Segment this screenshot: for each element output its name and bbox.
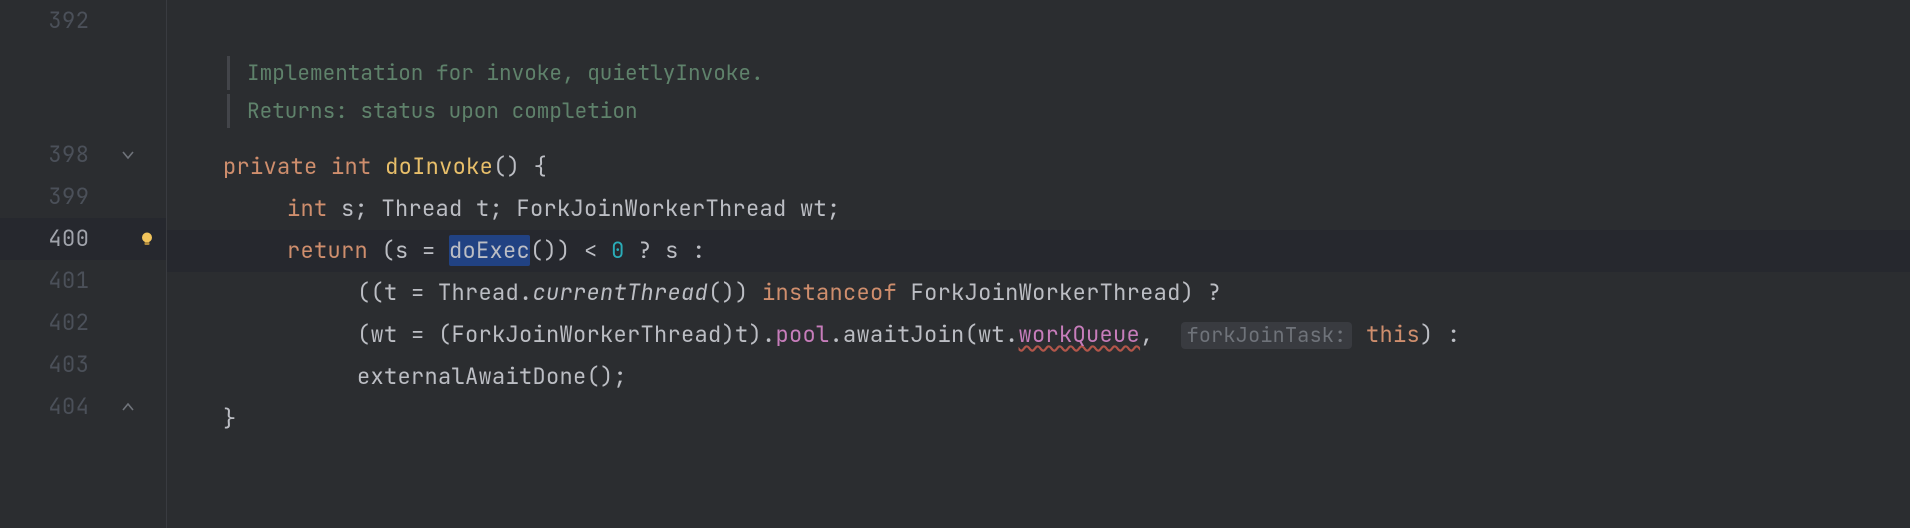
line-number[interactable]: 402 — [0, 312, 89, 334]
code-area[interactable]: Implementation for invoke, quietlyInvoke… — [167, 0, 1910, 528]
doc-comment: Returns: status upon completion — [247, 92, 638, 130]
code-line: } — [167, 408, 237, 430]
code-line: ((t = Thread.currentThread()) instanceof… — [167, 282, 1221, 304]
line-number[interactable]: 403 — [0, 354, 89, 376]
line-number[interactable]: 392 — [0, 10, 89, 32]
line-number[interactable]: 398 — [0, 144, 89, 166]
fold-expand-icon[interactable] — [120, 399, 136, 415]
code-editor: 392 398 399 400 401 402 403 404 — [0, 0, 1910, 528]
doc-gutter-bar — [227, 94, 230, 128]
code-line: externalAwaitDone(); — [167, 366, 627, 388]
selection: doExec — [449, 235, 530, 266]
line-number[interactable]: 400 — [0, 228, 89, 250]
line-number[interactable]: 401 — [0, 270, 89, 292]
code-line: (wt = (ForkJoinWorkerThread)t).pool.awai… — [167, 324, 1461, 346]
line-number[interactable]: 399 — [0, 186, 89, 208]
code-line: private int doInvoke() { — [167, 156, 547, 178]
warning-underline[interactable]: workQueue — [1019, 320, 1141, 349]
doc-comment: Implementation for invoke, quietlyInvoke… — [247, 54, 764, 92]
gutter: 392 398 399 400 401 402 403 404 — [0, 0, 167, 528]
parameter-hint[interactable]: forkJoinTask: — [1181, 322, 1353, 349]
code-line: return (s = doExec()) < 0 ? s : — [167, 240, 706, 262]
line-number[interactable]: 404 — [0, 396, 89, 418]
lightbulb-icon[interactable] — [138, 230, 156, 248]
fold-collapse-icon[interactable] — [120, 147, 136, 163]
code-line: int s; Thread t; ForkJoinWorkerThread wt… — [167, 198, 841, 220]
doc-gutter-bar — [227, 56, 230, 90]
